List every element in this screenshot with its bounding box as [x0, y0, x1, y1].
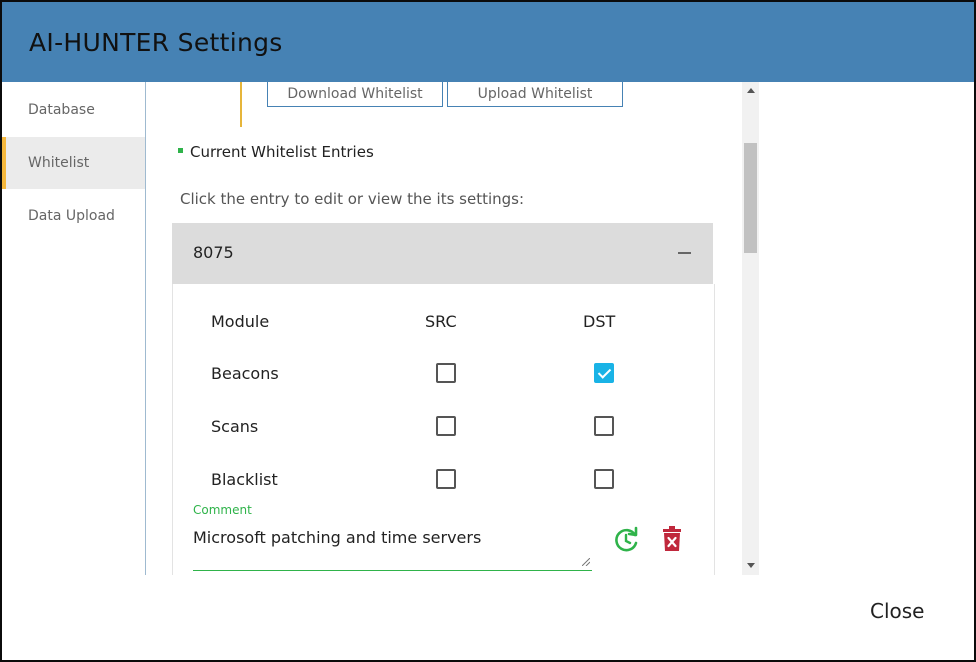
- scroll-up-arrow-icon[interactable]: [747, 88, 755, 93]
- refresh-icon[interactable]: [613, 526, 641, 554]
- module-label-beacons: Beacons: [211, 364, 279, 383]
- sidebar-item-database[interactable]: Database: [2, 84, 145, 136]
- column-header-module: Module: [211, 312, 270, 331]
- comment-value: Microsoft patching and time servers: [193, 528, 482, 547]
- sidebar-item-whitelist[interactable]: Whitelist: [2, 137, 145, 189]
- scans-dst-checkbox[interactable]: [594, 416, 614, 436]
- bullet-icon: [178, 148, 183, 153]
- whitelist-entry-body: Module SRC DST Beacons Scans Blacklist C…: [172, 284, 715, 575]
- scroll-down-arrow-icon[interactable]: [747, 563, 755, 568]
- blacklist-src-checkbox[interactable]: [436, 469, 456, 489]
- instruction-text: Click the entry to edit or view the its …: [180, 190, 525, 208]
- resize-handle-icon[interactable]: [582, 558, 590, 566]
- upload-whitelist-button[interactable]: Upload Whitelist: [447, 82, 623, 107]
- dialog-header: AI-HUNTER Settings: [2, 2, 974, 82]
- column-header-dst: DST: [583, 312, 616, 331]
- scans-src-checkbox[interactable]: [436, 416, 456, 436]
- sidebar-item-data-upload[interactable]: Data Upload: [2, 190, 145, 242]
- entry-name: 8075: [193, 243, 234, 262]
- whitelist-entry-header[interactable]: 8075: [172, 223, 713, 284]
- section-title: Current Whitelist Entries: [190, 143, 374, 161]
- blacklist-dst-checkbox[interactable]: [594, 469, 614, 489]
- vertical-scrollbar[interactable]: [742, 82, 759, 575]
- section-accent-bar: [240, 82, 242, 127]
- beacons-dst-checkbox[interactable]: [594, 363, 614, 383]
- comment-label: Comment: [193, 503, 252, 517]
- section-heading: Current Whitelist Entries: [178, 143, 374, 161]
- dialog-title: AI-HUNTER Settings: [29, 28, 283, 57]
- settings-dialog: AI-HUNTER Settings Database Whitelist Da…: [2, 2, 974, 660]
- trash-icon[interactable]: [661, 526, 683, 552]
- module-label-blacklist: Blacklist: [211, 470, 278, 489]
- scrollbar-thumb[interactable]: [744, 143, 757, 253]
- minus-icon[interactable]: [678, 252, 691, 254]
- close-button[interactable]: Close: [862, 595, 932, 627]
- column-header-src: SRC: [425, 312, 457, 331]
- beacons-src-checkbox[interactable]: [436, 363, 456, 383]
- download-whitelist-button[interactable]: Download Whitelist: [267, 82, 443, 107]
- module-label-scans: Scans: [211, 417, 259, 436]
- settings-sidebar: Database Whitelist Data Upload: [2, 82, 146, 575]
- whitelist-panel: Download Whitelist Upload Whitelist Curr…: [146, 82, 760, 575]
- comment-textarea[interactable]: Microsoft patching and time servers: [193, 522, 592, 571]
